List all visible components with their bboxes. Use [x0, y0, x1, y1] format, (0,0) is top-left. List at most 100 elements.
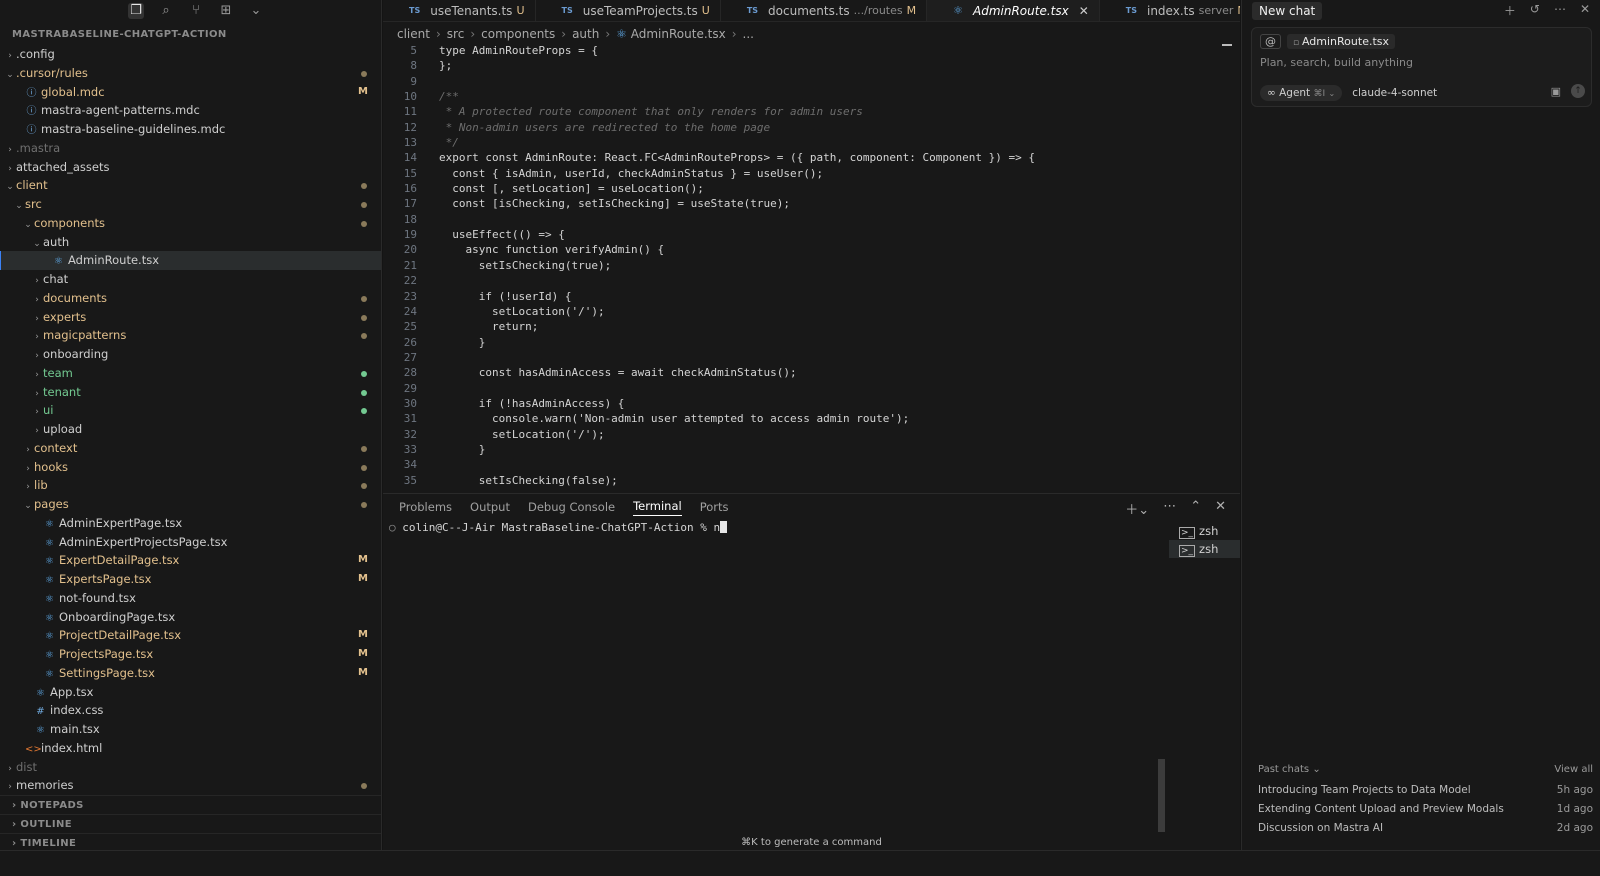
tree-file[interactable]: ⚛ ExpertDetailPage.tsx M	[0, 551, 381, 570]
tree-folder[interactable]: ⌄ auth	[0, 233, 381, 252]
sidebar-section-outline[interactable]: › OUTLINE	[0, 814, 381, 833]
tree-file[interactable]: ⚛ AdminRoute.tsx	[0, 251, 381, 270]
react-icon: ⚛	[953, 4, 963, 17]
panel-tab-debug-console[interactable]: Debug Console	[528, 500, 615, 514]
close-icon[interactable]: ✕	[1079, 4, 1089, 18]
tree-folder[interactable]: ⌄ .cursor/rules	[0, 64, 381, 83]
tree-folder[interactable]: ⌄ components	[0, 214, 381, 233]
chat-input[interactable]: Plan, search, build anything	[1260, 56, 1413, 69]
terminal-instance[interactable]: >_ zsh	[1169, 522, 1240, 540]
terminal-prompt: colin@C--J-Air MastraBaseline-ChatGPT-Ac…	[402, 521, 721, 534]
tree-folder[interactable]: › attached_assets	[0, 158, 381, 177]
terminal-scrollbar[interactable]	[1158, 759, 1165, 832]
chat-input-box[interactable]: @ ▫ AdminRoute.tsx Plan, search, build a…	[1251, 27, 1592, 107]
context-file-pill[interactable]: ▫ AdminRoute.tsx	[1287, 34, 1396, 49]
panel-tab-terminal[interactable]: Terminal	[633, 499, 682, 516]
add-context-button[interactable]: @	[1260, 34, 1281, 49]
code-text: type AdminRouteProps = {	[439, 44, 598, 57]
tree-file[interactable]: ⚛ SettingsPage.tsx M	[0, 664, 381, 683]
tree-file[interactable]: ⚛ App.tsx	[0, 683, 381, 702]
extensions-icon[interactable]: ⊞	[218, 3, 234, 19]
git-status-dot	[361, 314, 367, 321]
editor-tab[interactable]: TS useTenants.ts U	[383, 0, 536, 21]
tree-folder[interactable]: › tenant	[0, 383, 381, 402]
history-icon[interactable]: ↺	[1530, 2, 1540, 19]
terminal-output[interactable]: ○ colin@C--J-Air MastraBaseline-ChatGPT-…	[389, 521, 728, 534]
tree-folder[interactable]: › experts	[0, 308, 381, 327]
source-control-icon[interactable]: ⑂	[188, 3, 204, 19]
editor-tab[interactable]: TS index.tsserverM	[1100, 0, 1240, 21]
tree-folder[interactable]: › .mastra	[0, 139, 381, 158]
terminal-label: zsh	[1199, 542, 1219, 556]
tree-file[interactable]: ⓘ mastra-baseline-guidelines.mdc	[0, 120, 381, 139]
panel-tab-ports[interactable]: Ports	[700, 500, 729, 514]
code-line: 16 const [, setLocation] = useLocation()…	[383, 181, 1240, 196]
tree-folder[interactable]: › .config	[0, 45, 381, 64]
chevron-down-icon[interactable]: ⌄	[248, 3, 264, 19]
panel-tab-problems[interactable]: Problems	[399, 500, 452, 514]
more-icon[interactable]: ⋯	[1163, 499, 1176, 518]
tree-file[interactable]: ⓘ global.mdc M	[0, 83, 381, 102]
tree-folder[interactable]: ⌄ src	[0, 195, 381, 214]
tree-folder[interactable]: › context	[0, 439, 381, 458]
tree-file[interactable]: ⚛ not-found.tsx	[0, 589, 381, 608]
terminal-instance[interactable]: >_ zsh	[1169, 540, 1240, 558]
editor-tab[interactable]: ⚛ AdminRoute.tsx ✕	[927, 0, 1100, 21]
close-panel-icon[interactable]: ✕	[1215, 499, 1226, 518]
sidebar-section-notepads[interactable]: › NOTEPADS	[0, 795, 381, 814]
tree-file[interactable]: ⚛ ExpertsPage.tsx M	[0, 570, 381, 589]
tree-folder[interactable]: › hooks	[0, 458, 381, 477]
breadcrumb-item[interactable]: AdminRoute.tsx	[631, 27, 726, 41]
tree-folder[interactable]: › chat	[0, 270, 381, 289]
tree-folder[interactable]: › ui	[0, 401, 381, 420]
tree-folder[interactable]: ⌄ client	[0, 176, 381, 195]
agent-mode-select[interactable]: ∞ Agent ⌘I ⌄	[1260, 85, 1343, 101]
tree-folder[interactable]: › team	[0, 364, 381, 383]
tree-file[interactable]: ⚛ AdminExpertPage.tsx	[0, 514, 381, 533]
tree-file[interactable]: ⚛ OnboardingPage.tsx	[0, 608, 381, 627]
editor-tab[interactable]: TS documents.ts .../routes M	[721, 0, 928, 21]
breadcrumb-item[interactable]: client	[397, 27, 430, 41]
new-chat-tab[interactable]: New chat	[1252, 1, 1323, 20]
model-select[interactable]: claude-4-sonnet	[1352, 87, 1437, 99]
panel-tab-output[interactable]: Output	[470, 500, 510, 514]
tree-folder[interactable]: › onboarding	[0, 345, 381, 364]
maximize-panel-icon[interactable]: ⌃	[1190, 499, 1201, 518]
tree-file[interactable]: ⚛ main.tsx	[0, 720, 381, 739]
tree-folder[interactable]: ⌄ pages	[0, 495, 381, 514]
tree-file[interactable]: ⚛ AdminExpertProjectsPage.tsx	[0, 533, 381, 552]
tree-file[interactable]: ⚛ ProjectsPage.tsx M	[0, 645, 381, 664]
past-chat-item[interactable]: Extending Content Upload and Preview Mod…	[1258, 800, 1593, 819]
breadcrumb-item[interactable]: auth	[572, 27, 599, 41]
breadcrumb-item[interactable]: src	[447, 27, 465, 41]
tree-folder[interactable]: › magicpatterns	[0, 326, 381, 345]
editor-tab[interactable]: TS useTeamProjects.ts U	[536, 0, 721, 21]
more-icon[interactable]: ⋯	[1554, 2, 1566, 19]
view-all-link[interactable]: View all	[1554, 764, 1593, 775]
tree-folder[interactable]: › documents	[0, 289, 381, 308]
minimap-slider[interactable]	[1222, 44, 1232, 46]
search-icon[interactable]: ⌕	[158, 3, 174, 19]
tree-folder[interactable]: › upload	[0, 420, 381, 439]
past-chat-item[interactable]: Introducing Team Projects to Data Model 5…	[1258, 781, 1593, 800]
files-icon[interactable]: ❐	[128, 3, 144, 19]
tree-file[interactable]: ⚛ ProjectDetailPage.tsx M	[0, 626, 381, 645]
send-button[interactable]: ↑	[1571, 84, 1585, 98]
tree-file[interactable]: ⓘ mastra-agent-patterns.mdc	[0, 101, 381, 120]
close-icon[interactable]: ✕	[1580, 2, 1590, 19]
breadcrumb-item[interactable]: ...	[743, 27, 754, 41]
tree-folder[interactable]: › dist	[0, 758, 381, 777]
tree-folder[interactable]: › lib	[0, 476, 381, 495]
past-chats-toggle[interactable]: Past chats ⌄	[1258, 764, 1321, 775]
past-chat-item[interactable]: Discussion on Mastra AI 2d ago	[1258, 819, 1593, 838]
breadcrumb-item[interactable]: components	[481, 27, 555, 41]
code-editor[interactable]: 5 type AdminRouteProps = {8}; 9 10/** 11 * A…	[383, 43, 1240, 493]
tree-folder[interactable]: › memories	[0, 776, 381, 795]
tree-item-label: chat	[43, 272, 69, 286]
explorer-root-label[interactable]: MASTRABASELINE-CHATGPT-ACTION	[0, 25, 381, 45]
new-terminal-icon[interactable]: ＋⌄	[1125, 499, 1149, 518]
tree-file[interactable]: # index.css	[0, 701, 381, 720]
plus-icon[interactable]: ＋	[1504, 2, 1516, 19]
tree-file[interactable]: <>index.html	[0, 739, 381, 758]
image-icon[interactable]: ▣	[1551, 85, 1561, 98]
